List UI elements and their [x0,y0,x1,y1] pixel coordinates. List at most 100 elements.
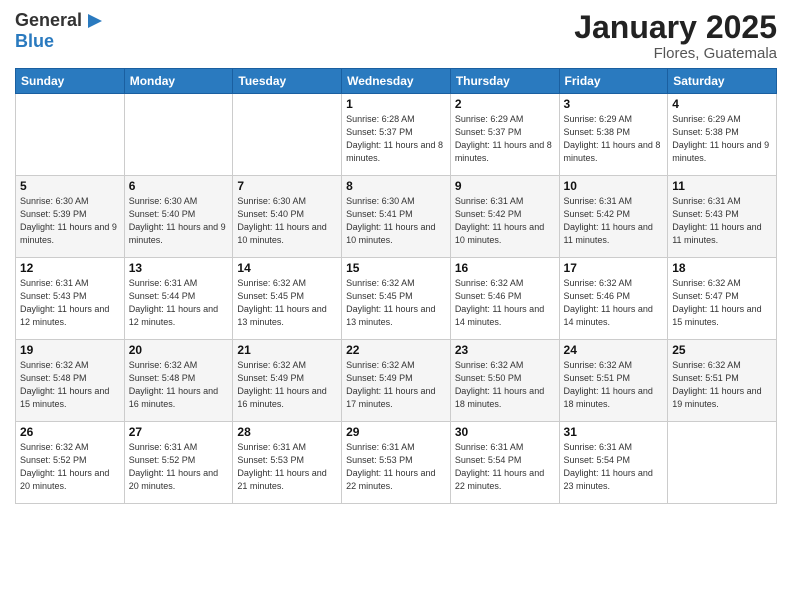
calendar-cell: 5Sunrise: 6:30 AMSunset: 5:39 PMDaylight… [16,176,125,258]
day-info: Sunrise: 6:31 AMSunset: 5:54 PMDaylight:… [564,441,664,493]
day-number: 4 [672,97,772,111]
day-number: 21 [237,343,337,357]
day-number: 29 [346,425,446,439]
calendar-cell: 28 Sunrise: 6:31 AMSunset: 5:53 PMDayligh… [233,422,342,504]
calendar-week-4: 19Sunrise: 6:32 AMSunset: 5:48 PMDayligh… [16,340,777,422]
calendar-cell: 14 Sunrise: 6:32 AMSunset: 5:45 PMDayligh… [233,258,342,340]
day-number: 8 [346,179,446,193]
calendar-header-row: Sunday Monday Tuesday Wednesday Thursday… [16,69,777,94]
day-info: Sunrise: 6:30 AMSunset: 5:41 PMDaylight:… [346,195,446,247]
day-info: Sunrise: 6:31 AMSunset: 5:42 PMDaylight:… [455,195,555,247]
day-number: 9 [455,179,555,193]
calendar-cell: 2 Sunrise: 6:29 AMSunset: 5:37 PMDaylight… [450,94,559,176]
day-info: Sunrise: 6:30 AMSunset: 5:39 PMDaylight:… [20,195,120,247]
day-info: Sunrise: 6:31 AMSunset: 5:44 PMDaylight:… [129,277,229,329]
day-number: 18 [672,261,772,275]
day-info: Sunrise: 6:31 AMSunset: 5:43 PMDaylight:… [20,277,120,329]
day-info: Sunrise: 6:29 AMSunset: 5:38 PMDaylight:… [672,113,772,165]
col-wednesday: Wednesday [342,69,451,94]
day-info: Sunrise: 6:28 AMSunset: 5:37 PMDaylight:… [346,113,446,165]
calendar-cell: 29 Sunrise: 6:31 AMSunset: 5:53 PMDayligh… [342,422,451,504]
calendar-cell: 19Sunrise: 6:32 AMSunset: 5:48 PMDayligh… [16,340,125,422]
day-number: 23 [455,343,555,357]
day-info: Sunrise: 6:32 AMSunset: 5:50 PMDaylight:… [455,359,555,411]
day-info: Sunrise: 6:31 AMSunset: 5:53 PMDaylight:… [346,441,446,493]
calendar-cell: 24 Sunrise: 6:32 AMSunset: 5:51 PMDayligh… [559,340,668,422]
calendar-cell: 26Sunrise: 6:32 AMSunset: 5:52 PMDayligh… [16,422,125,504]
day-number: 16 [455,261,555,275]
day-number: 24 [564,343,664,357]
day-info: Sunrise: 6:31 AMSunset: 5:43 PMDaylight:… [672,195,772,247]
day-number: 31 [564,425,664,439]
day-info: Sunrise: 6:32 AMSunset: 5:49 PMDaylight:… [346,359,446,411]
calendar-cell [668,422,777,504]
calendar-cell: 17Sunrise: 6:32 AMSunset: 5:46 PMDayligh… [559,258,668,340]
day-number: 22 [346,343,446,357]
day-info: Sunrise: 6:32 AMSunset: 5:52 PMDaylight:… [20,441,120,493]
page: General Blue January 2025 Flores, Guatem… [0,0,792,612]
day-number: 20 [129,343,229,357]
day-info: Sunrise: 6:32 AMSunset: 5:46 PMDaylight:… [455,277,555,329]
month-year: January 2025 [574,10,777,45]
col-monday: Monday [124,69,233,94]
calendar-week-5: 26Sunrise: 6:32 AMSunset: 5:52 PMDayligh… [16,422,777,504]
calendar-cell [233,94,342,176]
day-number: 1 [346,97,446,111]
day-info: Sunrise: 6:32 AMSunset: 5:48 PMDaylight:… [129,359,229,411]
calendar-cell: 6Sunrise: 6:30 AMSunset: 5:40 PMDaylight… [124,176,233,258]
col-friday: Friday [559,69,668,94]
calendar-cell: 30 Sunrise: 6:31 AMSunset: 5:54 PMDayligh… [450,422,559,504]
day-info: Sunrise: 6:30 AMSunset: 5:40 PMDaylight:… [237,195,337,247]
col-saturday: Saturday [668,69,777,94]
day-number: 25 [672,343,772,357]
logo-blue: Blue [15,32,54,52]
logo: General Blue [15,10,106,52]
day-number: 28 [237,425,337,439]
calendar-cell [16,94,125,176]
day-info: Sunrise: 6:32 AMSunset: 5:51 PMDaylight:… [672,359,772,411]
calendar-week-1: 1 Sunrise: 6:28 AMSunset: 5:37 PMDaylight… [16,94,777,176]
day-number: 10 [564,179,664,193]
calendar-cell: 18Sunrise: 6:32 AMSunset: 5:47 PMDayligh… [668,258,777,340]
calendar-cell: 16 Sunrise: 6:32 AMSunset: 5:46 PMDayligh… [450,258,559,340]
day-info: Sunrise: 6:32 AMSunset: 5:46 PMDaylight:… [564,277,664,329]
calendar-cell: 10 Sunrise: 6:31 AMSunset: 5:42 PMDayligh… [559,176,668,258]
header: General Blue January 2025 Flores, Guatem… [15,10,777,62]
calendar-cell: 27 Sunrise: 6:31 AMSunset: 5:52 PMDayligh… [124,422,233,504]
calendar: Sunday Monday Tuesday Wednesday Thursday… [15,68,777,504]
day-info: Sunrise: 6:31 AMSunset: 5:42 PMDaylight:… [564,195,664,247]
col-tuesday: Tuesday [233,69,342,94]
calendar-week-3: 12 Sunrise: 6:31 AMSunset: 5:43 PMDayligh… [16,258,777,340]
day-number: 12 [20,261,120,275]
day-number: 11 [672,179,772,193]
calendar-cell: 7 Sunrise: 6:30 AMSunset: 5:40 PMDaylight… [233,176,342,258]
logo-general: General [15,11,82,31]
day-number: 27 [129,425,229,439]
day-info: Sunrise: 6:32 AMSunset: 5:49 PMDaylight:… [237,359,337,411]
calendar-cell: 20 Sunrise: 6:32 AMSunset: 5:48 PMDayligh… [124,340,233,422]
logo-icon [84,10,106,32]
day-info: Sunrise: 6:30 AMSunset: 5:40 PMDaylight:… [129,195,229,247]
day-info: Sunrise: 6:31 AMSunset: 5:53 PMDaylight:… [237,441,337,493]
calendar-cell: 22 Sunrise: 6:32 AMSunset: 5:49 PMDayligh… [342,340,451,422]
calendar-cell: 25 Sunrise: 6:32 AMSunset: 5:51 PMDayligh… [668,340,777,422]
calendar-cell: 8 Sunrise: 6:30 AMSunset: 5:41 PMDaylight… [342,176,451,258]
day-info: Sunrise: 6:31 AMSunset: 5:54 PMDaylight:… [455,441,555,493]
day-number: 30 [455,425,555,439]
day-info: Sunrise: 6:31 AMSunset: 5:52 PMDaylight:… [129,441,229,493]
day-number: 7 [237,179,337,193]
day-number: 2 [455,97,555,111]
calendar-week-2: 5Sunrise: 6:30 AMSunset: 5:39 PMDaylight… [16,176,777,258]
calendar-cell: 3Sunrise: 6:29 AMSunset: 5:38 PMDaylight… [559,94,668,176]
day-info: Sunrise: 6:32 AMSunset: 5:51 PMDaylight:… [564,359,664,411]
calendar-cell: 21 Sunrise: 6:32 AMSunset: 5:49 PMDayligh… [233,340,342,422]
day-info: Sunrise: 6:29 AMSunset: 5:37 PMDaylight:… [455,113,555,165]
day-info: Sunrise: 6:32 AMSunset: 5:45 PMDaylight:… [346,277,446,329]
day-info: Sunrise: 6:32 AMSunset: 5:45 PMDaylight:… [237,277,337,329]
col-thursday: Thursday [450,69,559,94]
day-info: Sunrise: 6:32 AMSunset: 5:48 PMDaylight:… [20,359,120,411]
calendar-cell: 11 Sunrise: 6:31 AMSunset: 5:43 PMDayligh… [668,176,777,258]
calendar-cell: 1 Sunrise: 6:28 AMSunset: 5:37 PMDaylight… [342,94,451,176]
day-number: 14 [237,261,337,275]
col-sunday: Sunday [16,69,125,94]
